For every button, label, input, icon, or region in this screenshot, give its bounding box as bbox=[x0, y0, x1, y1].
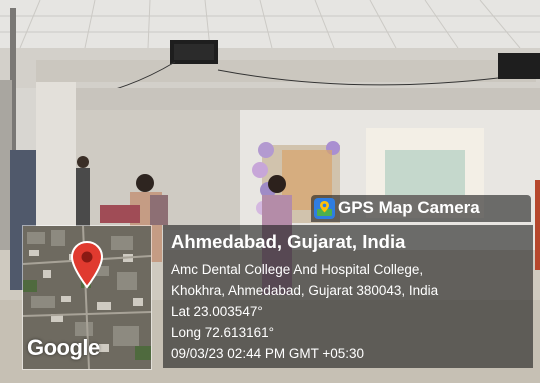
timestamp-text: 09/03/23 02:44 PM GMT +05:30 bbox=[171, 346, 365, 361]
longitude-text: Long 72.613161° bbox=[171, 325, 274, 340]
badge-label: GPS Map Camera bbox=[338, 198, 480, 217]
address-line-2: Khokhra, Ahmedabad, Gujarat 380043, Indi… bbox=[171, 283, 439, 298]
gps-map-camera-icon bbox=[314, 198, 335, 219]
location-panel: Ahmedabad, Gujarat, India Amc Dental Col… bbox=[163, 225, 533, 368]
address-line-1: Amc Dental College And Hospital College, bbox=[171, 262, 424, 277]
location-title: Ahmedabad, Gujarat, India bbox=[171, 231, 406, 252]
gps-camera-badge: GPS Map Camera bbox=[311, 195, 531, 222]
latitude-text: Lat 23.003547° bbox=[171, 304, 263, 319]
map-pin-icon bbox=[70, 240, 104, 289]
google-logo: Google bbox=[27, 335, 100, 360]
photo-frame: GPS Map Camera Google Ahmedabad, Gujarat… bbox=[0, 0, 540, 383]
map-thumbnail: Google bbox=[22, 225, 152, 370]
